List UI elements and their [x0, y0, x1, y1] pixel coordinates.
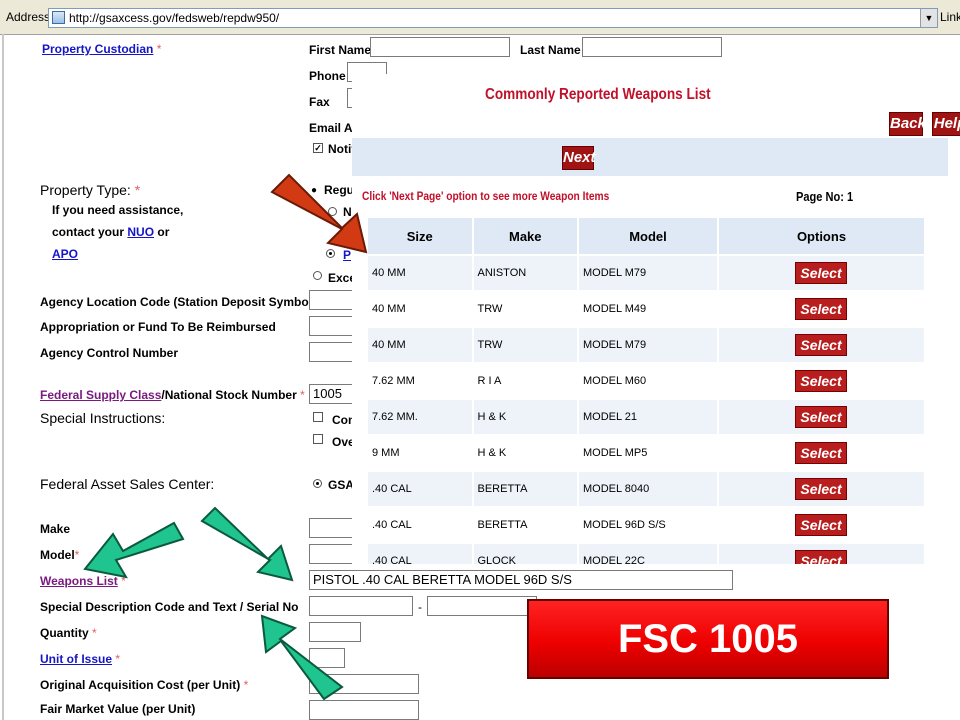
green-arrow-icon [83, 521, 185, 579]
red-arrow-icon [270, 173, 368, 254]
annotation-arrows [83, 173, 368, 701]
green-arrow-icon [260, 614, 344, 701]
green-arrow-icon [200, 506, 294, 582]
